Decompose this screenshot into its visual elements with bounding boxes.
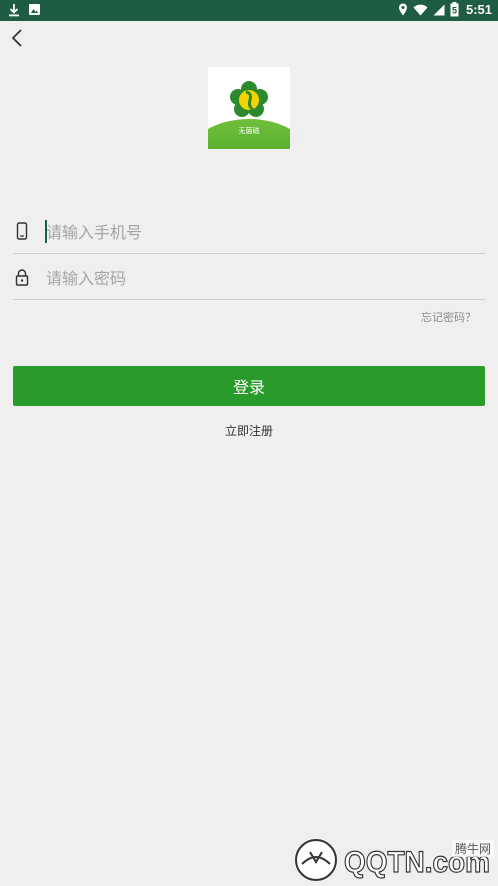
phone-input[interactable] bbox=[46, 219, 466, 245]
download-icon bbox=[9, 4, 19, 17]
logo-text: 无菌磁 bbox=[239, 126, 260, 135]
lock-icon bbox=[15, 269, 29, 286]
battery-level: 5 bbox=[452, 6, 457, 16]
password-input[interactable] bbox=[46, 265, 466, 291]
location-icon bbox=[398, 3, 407, 16]
clock: 5:51 bbox=[465, 2, 492, 17]
login-button[interactable]: 登录 bbox=[13, 366, 485, 406]
text-cursor bbox=[45, 220, 47, 243]
logo-image: 无菌磁 bbox=[208, 81, 290, 149]
status-bar: 5 5:51 bbox=[0, 0, 498, 21]
battery-icon: 5 bbox=[450, 2, 459, 17]
register-link[interactable]: 立即注册 bbox=[0, 422, 498, 439]
phone-icon bbox=[16, 222, 28, 240]
phone-field bbox=[13, 208, 485, 254]
password-field bbox=[13, 254, 485, 300]
gallery-icon bbox=[29, 4, 40, 15]
watermark-badge: 腾牛网 bbox=[451, 840, 494, 857]
chevron-left-icon[interactable] bbox=[8, 27, 30, 49]
app-logo: 无菌磁 bbox=[208, 67, 290, 149]
forgot-password-link[interactable]: 忘记密码？ bbox=[421, 309, 476, 325]
signal-icon bbox=[433, 4, 445, 15]
wifi-icon bbox=[413, 4, 428, 16]
